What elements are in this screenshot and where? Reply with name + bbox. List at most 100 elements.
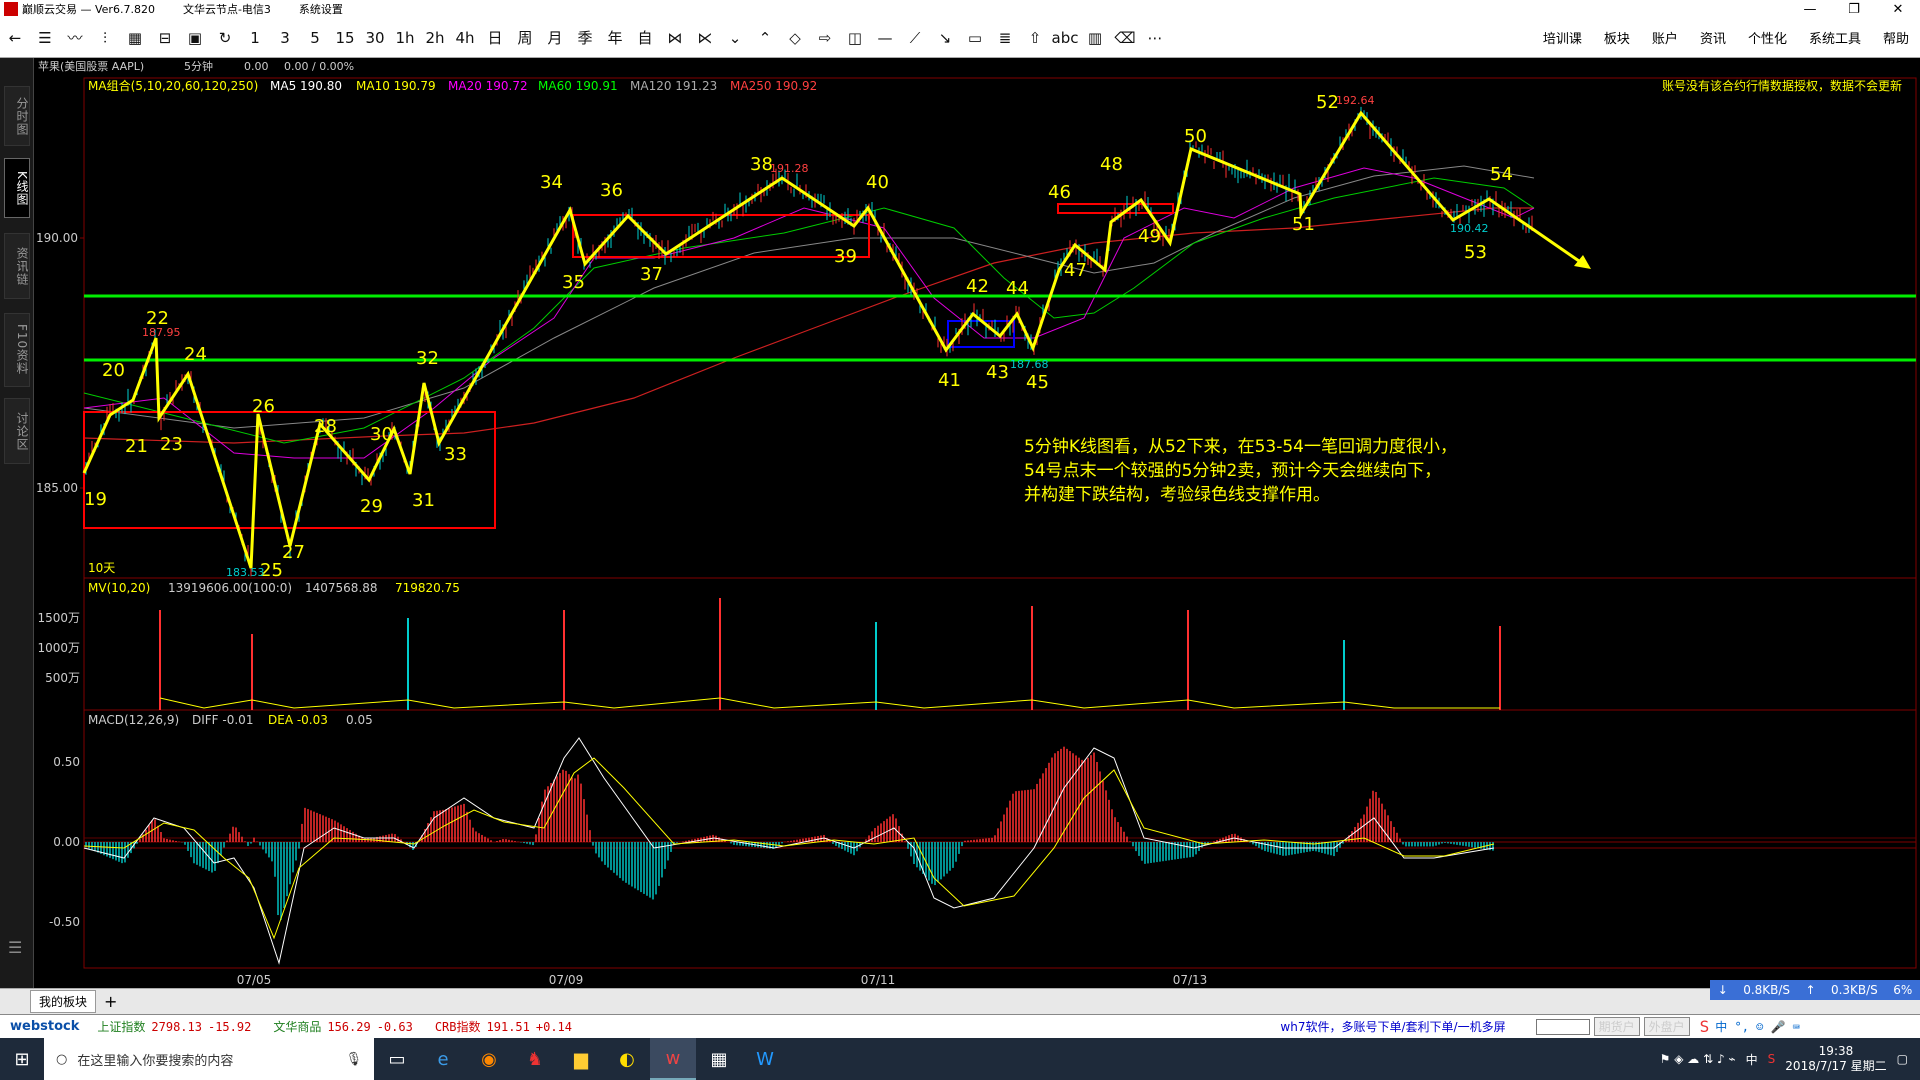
period-year[interactable]: 年 bbox=[601, 23, 629, 53]
wave-label-39: 39 bbox=[834, 246, 857, 267]
hline-icon[interactable]: — bbox=[871, 23, 899, 53]
period-custom[interactable]: 自 bbox=[631, 23, 659, 53]
ma5-value: MA5 190.80 bbox=[270, 79, 342, 93]
calculator-icon[interactable]: ▦ bbox=[696, 1038, 742, 1080]
tab-f10[interactable]: F10资料 bbox=[4, 313, 30, 387]
sogou-tray-icon[interactable]: S bbox=[1768, 1052, 1776, 1066]
draw-x-icon[interactable]: ⋈ bbox=[661, 23, 689, 53]
fib-icon[interactable]: ≣ bbox=[991, 23, 1019, 53]
period-selector[interactable]: 5分钟 bbox=[184, 59, 213, 73]
period-5[interactable]: 5 bbox=[301, 23, 329, 53]
ticker-name-shanghai[interactable]: 上证指数 bbox=[97, 1018, 145, 1035]
period-day[interactable]: 日 bbox=[481, 23, 509, 53]
menu-account[interactable]: 账户 bbox=[1652, 28, 1678, 47]
restore-icon[interactable]: ❐ bbox=[1832, 2, 1876, 17]
close-icon[interactable]: ✕ bbox=[1876, 2, 1920, 17]
list-icon[interactable]: ☰ bbox=[31, 23, 59, 53]
notification-icon[interactable]: ▢ bbox=[1897, 1052, 1908, 1066]
candlestick-icon[interactable]: ⫶ bbox=[91, 23, 119, 53]
code-input[interactable] bbox=[1535, 1018, 1590, 1035]
menu-personalize[interactable]: 个性化 bbox=[1748, 28, 1787, 47]
menu-help[interactable]: 帮助 bbox=[1883, 28, 1909, 47]
tab-discuss[interactable]: 讨论区 bbox=[4, 398, 30, 464]
edge-icon[interactable]: e bbox=[420, 1038, 466, 1080]
period-week[interactable]: 周 bbox=[511, 23, 539, 53]
futures-account-button[interactable]: 期货户 bbox=[1593, 1017, 1640, 1036]
taskbar-search-input[interactable]: ○ 在这里输入你要搜索的内容 🎙 bbox=[44, 1038, 374, 1080]
period-15[interactable]: 15 bbox=[331, 23, 359, 53]
app-icon-yellow[interactable]: ◐ bbox=[604, 1038, 650, 1080]
ad-link[interactable]: wh7软件，多账号下单/套利下单/一机多屏 bbox=[1280, 1018, 1505, 1035]
ticker-change-crb: +0.14 bbox=[535, 1019, 572, 1034]
shade-icon[interactable]: ▥ bbox=[1081, 23, 1109, 53]
period-4h[interactable]: 4h bbox=[451, 23, 479, 53]
text-icon[interactable]: abc bbox=[1051, 23, 1079, 53]
arrow-right-icon[interactable]: ⇨ bbox=[811, 23, 839, 53]
add-tab-button[interactable]: + bbox=[104, 992, 117, 1011]
tab-my-sectors[interactable]: 我的板块 bbox=[30, 990, 97, 1013]
period-month[interactable]: 月 bbox=[541, 23, 569, 53]
kline-chart[interactable]: 苹果(美国股票 AAPL) 5分钟 0.00 0.00 / 0.00% 账号没有… bbox=[34, 58, 1920, 988]
ticker-change-shanghai: -15.92 bbox=[207, 1019, 252, 1034]
ticker-name-wenhua[interactable]: 文华商品 bbox=[273, 1018, 321, 1035]
export-icon[interactable]: ⊟ bbox=[151, 23, 179, 53]
ma250-value: MA250 190.92 bbox=[730, 79, 817, 93]
wave-label-19: 19 bbox=[84, 489, 107, 510]
draw-wave-icon[interactable]: ⋉ bbox=[691, 23, 719, 53]
more-icon[interactable]: ⋯ bbox=[1141, 23, 1169, 53]
clock-time: 19:38 bbox=[1818, 1044, 1854, 1058]
ma-label[interactable]: MA组合(5,10,20,60,120,250) bbox=[88, 78, 258, 93]
period-1[interactable]: 1 bbox=[241, 23, 269, 53]
period-2h[interactable]: 2h bbox=[421, 23, 449, 53]
ime-toolbar[interactable]: 中 °, ☺ 🎤 ⌨ bbox=[1715, 1018, 1800, 1035]
mv-label[interactable]: MV(10,20) bbox=[88, 581, 150, 595]
menu-tools[interactable]: 系统工具 bbox=[1809, 28, 1861, 47]
tab-timeshare[interactable]: 分时图 bbox=[4, 86, 30, 146]
save-icon[interactable]: ▣ bbox=[181, 23, 209, 53]
menu-icon[interactable]: ☰ bbox=[8, 938, 22, 957]
minimize-icon[interactable]: — bbox=[1788, 2, 1832, 17]
foreign-account-button[interactable]: 外盘户 bbox=[1643, 1017, 1690, 1036]
arrow-left-icon[interactable]: ◇ bbox=[781, 23, 809, 53]
line-chart-icon[interactable]: 〰 bbox=[61, 23, 89, 53]
arrow-up-icon[interactable]: ⇧ bbox=[1021, 23, 1049, 53]
period-quarter[interactable]: 季 bbox=[571, 23, 599, 53]
wh6-app-icon[interactable]: w bbox=[650, 1038, 696, 1080]
ticker-name-crb[interactable]: CRB指数 bbox=[435, 1018, 481, 1035]
period-1h[interactable]: 1h bbox=[391, 23, 419, 53]
clock[interactable]: 19:38 2018/7/17 星期二 bbox=[1785, 1044, 1886, 1074]
refresh-icon[interactable]: ↻ bbox=[211, 23, 239, 53]
sogou-icon[interactable]: S bbox=[1700, 1017, 1710, 1036]
layout-icon[interactable]: ◫ bbox=[841, 23, 869, 53]
task-view-icon[interactable]: ▭ bbox=[374, 1038, 420, 1080]
chevron-down-icon[interactable]: ⌄ bbox=[721, 23, 749, 53]
eraser-icon[interactable]: ⌫ bbox=[1111, 23, 1139, 53]
wave-label-44: 44 bbox=[1006, 278, 1029, 299]
period-30[interactable]: 30 bbox=[361, 23, 389, 53]
settings-menu[interactable]: 系统设置 bbox=[299, 1, 343, 17]
app-icon-red[interactable]: ♞ bbox=[512, 1038, 558, 1080]
menu-training[interactable]: 培训课 bbox=[1543, 28, 1582, 47]
tray-icons[interactable]: ⚑ ◈ ☁ ⇅ ♪ ⌁ bbox=[1660, 1052, 1736, 1066]
back-icon[interactable]: ← bbox=[1, 23, 29, 53]
microphone-icon[interactable]: 🎙 bbox=[345, 1052, 362, 1067]
ime-indicator[interactable]: 中 bbox=[1746, 1051, 1758, 1068]
chevron-up-icon[interactable]: ⌃ bbox=[751, 23, 779, 53]
macd-label[interactable]: MACD(12,26,9) bbox=[88, 713, 179, 727]
clock-date: 2018/7/17 星期二 bbox=[1785, 1059, 1887, 1073]
tab-kline[interactable]: K线图 bbox=[4, 158, 30, 218]
windows-start-icon[interactable]: ⊞ bbox=[0, 1038, 44, 1080]
trendline-icon[interactable]: ⟋ bbox=[901, 23, 929, 53]
rectangle-icon[interactable]: ▭ bbox=[961, 23, 989, 53]
browser-icon[interactable]: ◉ bbox=[466, 1038, 512, 1080]
instrument-name[interactable]: 苹果(美国股票 AAPL) bbox=[38, 59, 144, 73]
ray-icon[interactable]: ↘ bbox=[931, 23, 959, 53]
file-explorer-icon[interactable]: ▆ bbox=[558, 1038, 604, 1080]
period-3[interactable]: 3 bbox=[271, 23, 299, 53]
tab-news[interactable]: 资讯链 bbox=[4, 233, 30, 299]
menu-sectors[interactable]: 板块 bbox=[1604, 28, 1630, 47]
calendar-icon[interactable]: ▦ bbox=[121, 23, 149, 53]
app-icon-w[interactable]: W bbox=[742, 1038, 788, 1080]
server-name: 文华云节点-电信3 bbox=[182, 3, 271, 16]
menu-news[interactable]: 资讯 bbox=[1700, 28, 1726, 47]
